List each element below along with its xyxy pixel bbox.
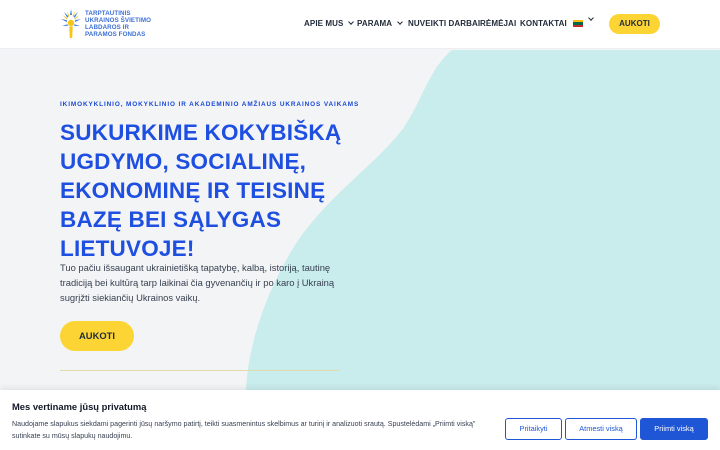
logo-line: UKRAINOS ŠVIETIMO	[85, 16, 151, 24]
hero-title: SUKURKIME KOKYBIŠKĄ UGDYMO, SOCIALINĘ, E…	[60, 118, 360, 263]
hero-description: Tuo pačiu išsaugant ukrainietišką tapaty…	[60, 260, 350, 305]
cookie-customize-button[interactable]: Pritaikyti	[505, 418, 562, 440]
hero-eyebrow: IKIMOKYKLINIO, MOKYKLINIO IR AKADEMINIO …	[60, 101, 360, 108]
lithuania-flag-icon[interactable]	[573, 20, 583, 27]
site-header: TARPTAUTINIS UKRAINOS ŠVIETIMO LABDAROS …	[0, 0, 720, 49]
hero-title-line: UGDYMO, SOCIALINĘ,	[60, 149, 307, 174]
hero-donate-button[interactable]: AUKOTI	[60, 321, 134, 351]
nav-label: RĖMĖJAI	[480, 19, 517, 28]
logo-line: TARPTAUTINIS	[85, 9, 131, 17]
cookie-title: Mes vertiname jūsų privatumą	[12, 401, 147, 412]
hero-title-line: BAZĘ BEI SĄLYGAS	[60, 207, 282, 232]
hero-title-line: LIETUVOJE!	[60, 236, 195, 261]
nav-label: NUVEIKTI DARBAI	[408, 19, 481, 28]
chevron-down-icon	[348, 19, 355, 25]
divider	[60, 370, 339, 371]
hero-text-line: Tuo pačiu išsaugant ukrainietišką tapaty…	[60, 262, 331, 273]
nav-kontaktai[interactable]: KONTAKTAI	[520, 19, 567, 28]
chevron-down-icon	[397, 19, 403, 25]
nav-parama[interactable]: PARAMA	[357, 19, 403, 28]
header-donate-button[interactable]: AUKOTI	[609, 14, 660, 34]
cookie-reject-all-button[interactable]: Atmesti viską	[565, 418, 637, 440]
logo-line: LABDAROS IR	[85, 24, 130, 31]
logo-line: PARAMOS FONDAS	[85, 31, 146, 39]
nav-apie-mus[interactable]: APIE MUS	[304, 19, 355, 28]
cookie-description: Naudojame slapukus siekdami pagerinti jū…	[12, 418, 492, 442]
hero-title-line: SUKURKIME KOKYBIŠKĄ	[60, 120, 342, 145]
hero-title-line: EKONOMINĘ IR TEISINĘ	[60, 178, 326, 203]
hero-text-line: tradiciją bei kultūrą tarp laikinai čia …	[60, 277, 335, 288]
logo-wordmark: TARPTAUTINIS UKRAINOS ŠVIETIMO LABDAROS …	[85, 10, 151, 39]
site-logo[interactable]: TARPTAUTINIS UKRAINOS ŠVIETIMO LABDAROS …	[60, 7, 170, 41]
nav-label: PARAMA	[357, 19, 393, 28]
cookie-text-line: sutinkate su mūsų slapukų naudojimu.	[12, 432, 133, 440]
logo-child-sun-icon	[61, 9, 81, 38]
nav-remejai[interactable]: RĖMĖJAI	[480, 19, 516, 28]
chevron-down-icon	[588, 15, 594, 21]
nav-nuveikti-darbai[interactable]: NUVEIKTI DARBAI	[408, 19, 480, 28]
cookie-accept-all-button[interactable]: Priimti viską	[640, 418, 708, 440]
hero-section: IKIMOKYKLINIO, MOKYKLINIO IR AKADEMINIO …	[0, 50, 720, 390]
cookie-consent-banner: Mes vertiname jūsų privatumą Naudojame s…	[0, 390, 720, 450]
nav-label: APIE MUS	[304, 19, 344, 28]
hero-text-line: sugrįžti siekiančių Ukrainos vaikų.	[60, 292, 201, 303]
cookie-text-line: Naudojame slapukus siekdami pagerinti jū…	[12, 420, 476, 428]
language-dropdown[interactable]	[588, 15, 594, 21]
nav-label: KONTAKTAI	[520, 19, 567, 28]
